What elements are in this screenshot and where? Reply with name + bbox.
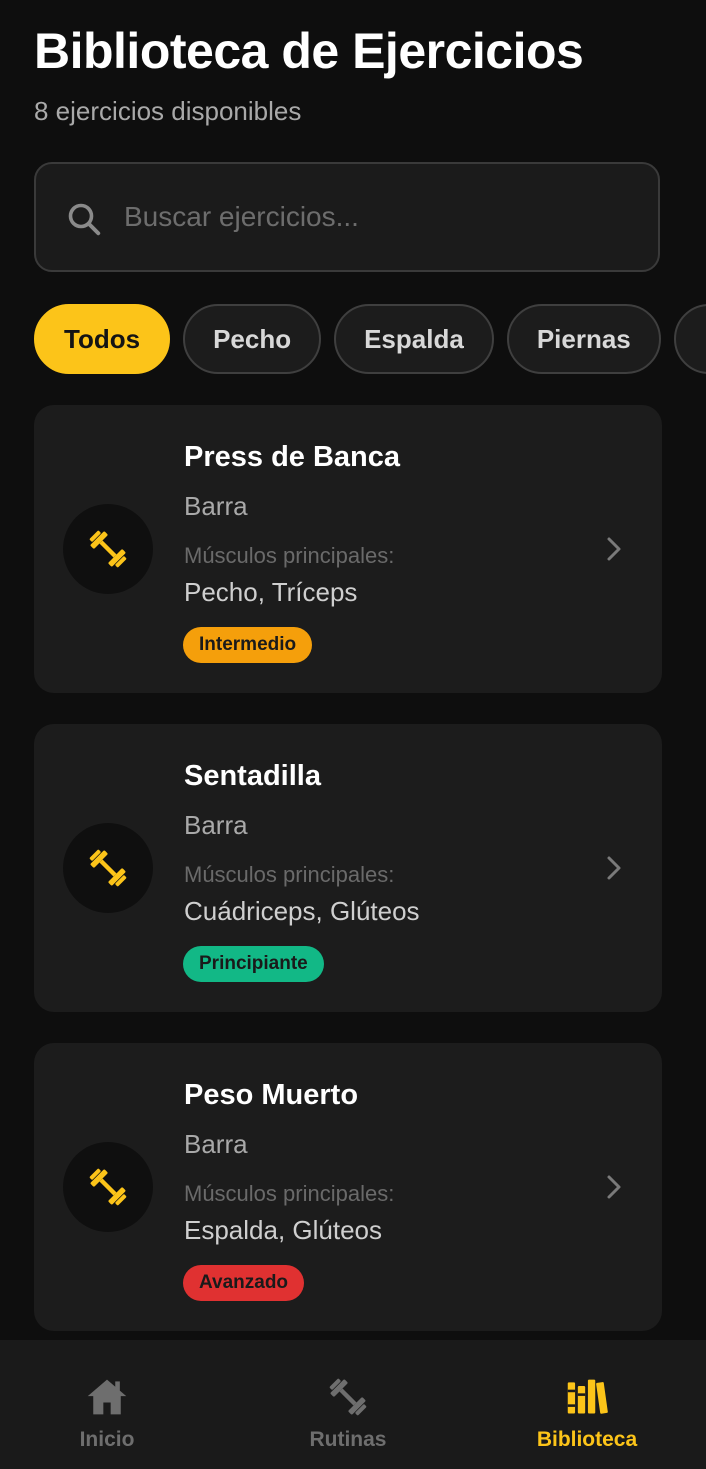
nav-label: Inicio [79, 1428, 135, 1451]
dumbbell-icon [89, 530, 127, 568]
filter-chip-pecho[interactable]: Pecho [183, 304, 322, 374]
dumbbell-icon [89, 849, 127, 887]
search-input[interactable] [124, 164, 624, 270]
exercise-icon-badge [63, 1142, 153, 1232]
home-icon [87, 1379, 127, 1415]
dumbbell-icon [329, 1378, 367, 1416]
exercise-count: 8 ejercicios disponibles [34, 96, 302, 126]
exercise-muscles: Pecho, Tríceps [184, 577, 358, 607]
search-icon [68, 203, 101, 236]
level-badge: Intermedio [183, 627, 313, 663]
level-badge: Principiante [183, 946, 324, 982]
filter-chip-todos[interactable]: Todos [34, 304, 171, 374]
chevron-right-icon [607, 856, 621, 880]
nav-item-rutinas[interactable]: Rutinas [248, 1340, 448, 1469]
filter-chip-piernas[interactable]: Piernas [506, 304, 661, 374]
exercise-name: Sentadilla [184, 760, 321, 792]
exercise-equipment: Barra [184, 491, 248, 521]
filter-chip-more[interactable] [673, 304, 706, 374]
filter-chip-espalda[interactable]: Espalda [334, 304, 494, 374]
dumbbell-icon [89, 1168, 127, 1206]
nav-item-biblioteca[interactable]: Biblioteca [487, 1340, 687, 1469]
exercise-muscles: Cuádriceps, Glúteos [184, 896, 420, 926]
level-badge: Avanzado [183, 1265, 305, 1301]
muscles-label: Músculos principales: [184, 862, 395, 887]
chevron-right-icon [607, 537, 621, 561]
exercise-name: Press de Banca [184, 441, 401, 473]
exercise-card-press-de-banca[interactable]: Press de Banca Barra Músculos principale… [34, 405, 662, 693]
exercise-icon-badge [63, 823, 153, 913]
exercise-card-sentadilla[interactable]: Sentadilla Barra Músculos principales: C… [34, 724, 662, 1012]
nav-label: Rutinas [309, 1428, 387, 1451]
exercise-icon-badge [63, 504, 153, 594]
chevron-right-icon [607, 1175, 621, 1199]
exercise-muscles: Espalda, Glúteos [184, 1215, 383, 1245]
nav-label: Biblioteca [536, 1428, 638, 1451]
muscles-label: Músculos principales: [184, 1181, 395, 1206]
exercise-name: Peso Muerto [184, 1079, 359, 1111]
bottom-nav: Inicio Rutinas Biblioteca [0, 1340, 706, 1469]
exercise-equipment: Barra [184, 810, 248, 840]
page-title: Biblioteca de Ejercicios [34, 23, 584, 79]
exercise-equipment: Barra [184, 1129, 248, 1159]
muscles-label: Músculos principales: [184, 543, 395, 568]
library-icon [567, 1379, 608, 1414]
search-bar[interactable] [34, 162, 660, 272]
category-filters: Todos Pecho Espalda Piernas [34, 304, 706, 376]
nav-item-inicio[interactable]: Inicio [7, 1340, 207, 1469]
exercise-card-peso-muerto[interactable]: Peso Muerto Barra Músculos principales: … [34, 1043, 662, 1331]
